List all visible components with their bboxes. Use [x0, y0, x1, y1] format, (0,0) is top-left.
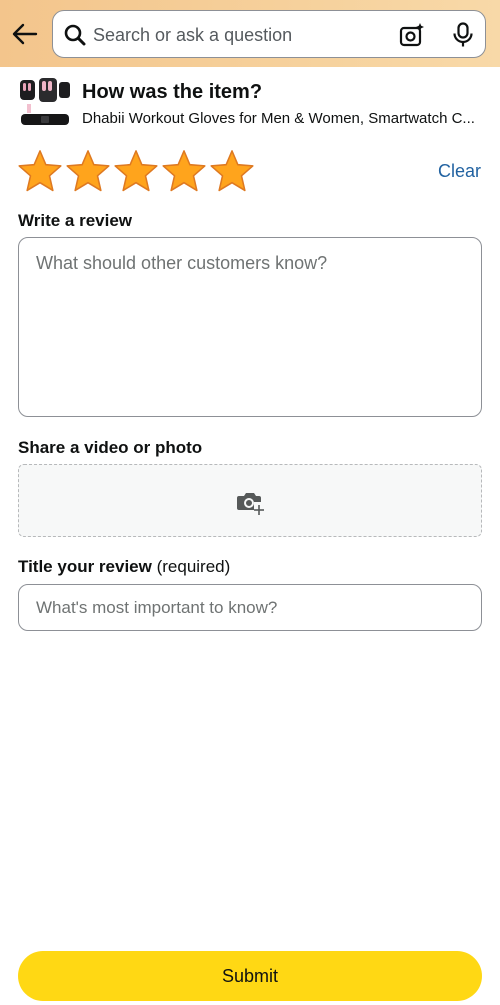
review-textarea[interactable]	[18, 237, 482, 417]
star-4-icon[interactable]	[161, 148, 207, 194]
star-2-icon[interactable]	[65, 148, 111, 194]
share-media-label: Share a video or photo	[18, 438, 203, 457]
add-media-box[interactable]	[18, 464, 482, 537]
title-review-label-text: Title your review	[18, 557, 152, 576]
top-bar	[0, 0, 500, 67]
back-arrow-icon	[12, 23, 38, 45]
title-review-label: Title your review (required)	[18, 557, 230, 577]
add-photo-icon	[237, 493, 264, 515]
search-box[interactable]	[52, 10, 486, 58]
microphone-icon[interactable]	[451, 22, 475, 48]
star-1-icon[interactable]	[17, 148, 63, 194]
item-question: How was the item?	[82, 81, 263, 103]
review-title-input[interactable]	[18, 584, 482, 631]
search-icon	[64, 24, 86, 46]
star-3-icon[interactable]	[113, 148, 159, 194]
product-thumbnail	[20, 78, 70, 125]
clear-rating-link[interactable]: Clear	[438, 161, 481, 182]
search-input[interactable]	[93, 21, 383, 49]
star-rating	[17, 148, 255, 194]
submit-button[interactable]: Submit	[18, 951, 482, 1001]
required-text: (required)	[156, 557, 231, 576]
camera-search-icon[interactable]	[399, 22, 425, 48]
back-button[interactable]	[8, 17, 42, 51]
write-review-label: Write a review	[18, 211, 133, 230]
star-5-icon[interactable]	[209, 148, 255, 194]
product-name: Dhabii Workout Gloves for Men & Women, S…	[82, 110, 475, 127]
